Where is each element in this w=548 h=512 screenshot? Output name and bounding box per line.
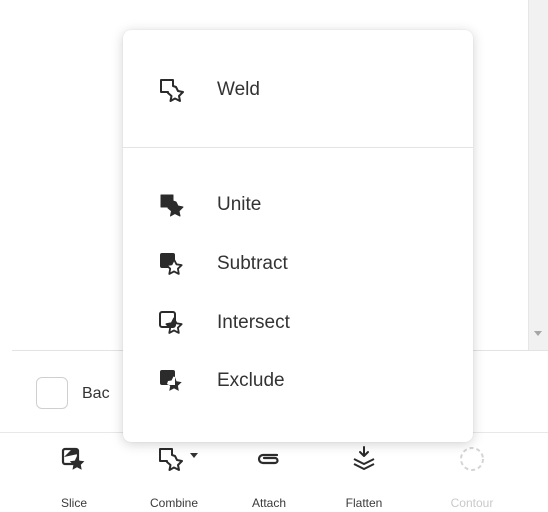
- unite-icon: [160, 194, 184, 217]
- exclude-icon: [160, 370, 182, 391]
- combine-dropdown-menu: Weld Unite Subtract Intersect Exclude: [123, 30, 473, 442]
- combine-icon: [159, 448, 183, 471]
- menu-item-label: Unite: [217, 194, 262, 215]
- flatten-button[interactable]: Flatten: [324, 433, 404, 512]
- menu-divider: [123, 147, 473, 148]
- attach-button[interactable]: Attach: [229, 433, 309, 512]
- menu-item-subtract[interactable]: Subtract: [123, 241, 473, 287]
- contour-button[interactable]: Contour: [432, 433, 512, 512]
- paperclip-icon: [257, 453, 279, 465]
- slice-icon: [61, 447, 85, 470]
- flatten-icon: [353, 446, 375, 470]
- background-checkbox[interactable]: [36, 377, 68, 409]
- slice-button[interactable]: Slice: [34, 433, 114, 512]
- weld-icon: [160, 79, 184, 102]
- menu-item-intersect[interactable]: Intersect: [123, 300, 473, 346]
- bottom-toolbar: Slice Combine Attach Flatten Contour: [0, 433, 548, 512]
- chevron-down-icon: [190, 453, 198, 458]
- vertical-scrollbar[interactable]: [528, 0, 548, 350]
- flatten-label: Flatten: [345, 496, 383, 510]
- combine-label: Combine: [149, 496, 199, 510]
- intersect-icon: [159, 311, 183, 334]
- menu-item-weld[interactable]: Weld: [123, 67, 473, 113]
- contour-icon: [460, 447, 484, 471]
- scroll-down-arrow-icon[interactable]: [534, 331, 542, 336]
- contour-label: Contour: [450, 496, 494, 510]
- menu-item-exclude[interactable]: Exclude: [123, 358, 473, 404]
- combine-button[interactable]: Combine: [134, 433, 214, 512]
- menu-item-unite[interactable]: Unite: [123, 182, 473, 228]
- attach-label: Attach: [251, 496, 287, 510]
- menu-item-label: Subtract: [217, 253, 288, 274]
- menu-item-label: Intersect: [217, 312, 290, 333]
- menu-item-label: Exclude: [217, 370, 285, 391]
- menu-item-label: Weld: [217, 79, 260, 100]
- subtract-icon: [160, 253, 183, 275]
- background-checkbox-label: Bac: [82, 385, 110, 402]
- slice-label: Slice: [60, 496, 87, 510]
